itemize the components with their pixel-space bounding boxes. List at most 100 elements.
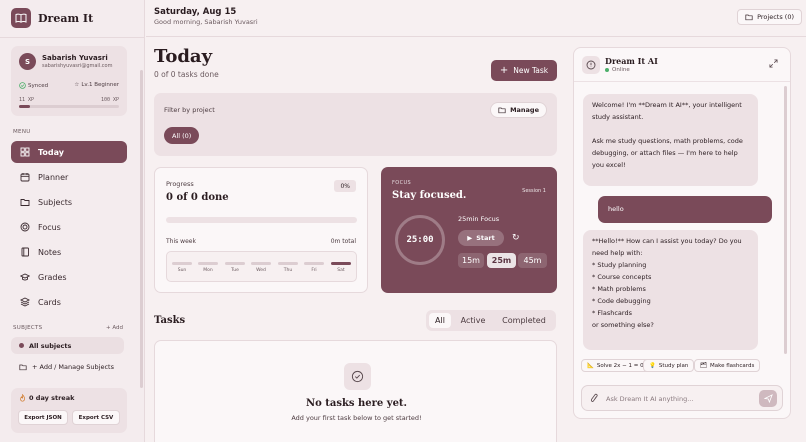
ai-message: **Hello!** How can I assist you today? D…	[583, 230, 758, 350]
expand-icon[interactable]	[769, 59, 778, 70]
chat-input[interactable]	[606, 392, 746, 405]
notebook-icon	[21, 247, 29, 257]
tab-completed[interactable]: Completed	[496, 313, 552, 328]
sidebar-item-planner[interactable]: Planner	[11, 166, 127, 188]
manage-projects-button[interactable]: Manage	[490, 102, 547, 118]
week-chart: Sun Mon Tue Wed Thu Fri Sat	[166, 251, 357, 282]
chip-label: Solve 2x − 1 = 0	[596, 362, 644, 369]
menu-label: MENU	[13, 129, 31, 135]
export-csv-button[interactable]: Export CSV	[72, 410, 120, 425]
sidebar-item-today[interactable]: Today	[11, 141, 127, 163]
streak-label: 0 day streak	[29, 394, 75, 402]
day-thu: Thu	[278, 262, 298, 273]
suggestion-chip[interactable]: 💡 Study plan	[643, 359, 695, 372]
projects-button-label: Projects (0)	[757, 13, 794, 21]
xp-next: 100 XP	[100, 97, 119, 103]
app-name: Dream It	[38, 11, 94, 25]
empty-state: No tasks here yet. Add your first task b…	[154, 340, 557, 442]
ai-status: Online	[605, 67, 630, 73]
ai-logo-icon	[582, 56, 600, 74]
send-icon	[763, 394, 773, 403]
graduation-cap-icon	[20, 273, 30, 281]
focus-mode: 25min Focus	[458, 215, 500, 223]
folder-icon	[745, 14, 753, 21]
tab-active[interactable]: Active	[455, 313, 491, 328]
new-task-button[interactable]: + New Task	[491, 60, 557, 81]
manage-label: Manage	[510, 106, 539, 114]
sidebar-item-grades[interactable]: Grades	[11, 266, 127, 288]
sidebar-item-label: Subjects	[38, 197, 73, 207]
cards-icon: 🗂	[700, 362, 707, 369]
empty-title: No tasks here yet.	[305, 398, 408, 409]
export-json-button[interactable]: Export JSON	[18, 410, 68, 425]
paperclip-icon[interactable]	[590, 393, 599, 406]
projects-button[interactable]: Projects (0)	[737, 9, 802, 25]
progress-label: Progress	[166, 180, 194, 188]
folder-icon	[20, 199, 30, 206]
filter-label: Filter by project	[164, 106, 215, 114]
task-tabs: All Active Completed	[426, 310, 556, 331]
focus-card: FOCUS Stay focused. Session 1 25:00 25mi…	[381, 167, 557, 293]
chat-scrollbar[interactable]	[784, 86, 787, 354]
send-button[interactable]	[759, 390, 777, 407]
sync-status-label: Synced	[28, 82, 49, 89]
duration-45m[interactable]: 45m	[518, 253, 547, 268]
plus-icon: +	[499, 65, 509, 76]
project-filter: Filter by project Manage All (0)	[154, 93, 557, 156]
focus-label: FOCUS	[392, 180, 412, 186]
flame-icon	[20, 394, 25, 402]
online-dot	[605, 68, 609, 72]
day-fri: Fri	[304, 262, 324, 273]
reset-icon[interactable]: ↻	[512, 233, 520, 243]
progress-percent: 0%	[334, 180, 356, 192]
day-tue: Tue	[225, 262, 245, 273]
subjects-label: SUBJECTS	[13, 325, 43, 331]
level-label: Lv.1 Beginner	[81, 82, 119, 88]
ai-panel: Dream It AI Online Welcome! I'm **Dream …	[573, 47, 791, 419]
divider	[0, 37, 145, 38]
sidebar-item-cards[interactable]: Cards	[11, 291, 127, 313]
start-button[interactable]: ▶ Start	[458, 230, 504, 246]
empty-subtitle: Add your first task below to get started…	[291, 414, 422, 422]
sidebar-item-label: Notes	[38, 247, 62, 257]
progress-card: Progress 0 of 0 done 0% This week 0m tot…	[154, 167, 368, 293]
sidebar-item-label: Focus	[38, 222, 61, 232]
sidebar-item-subjects[interactable]: Subjects	[11, 191, 127, 213]
sidebar-item-notes[interactable]: Notes	[11, 241, 127, 263]
sidebar-item-focus[interactable]: Focus	[11, 216, 127, 238]
page-title: Today	[154, 46, 213, 67]
suggestion-chip[interactable]: 📐 Solve 2x − 1 = 0	[581, 359, 650, 372]
sidebar-scrollbar[interactable]	[140, 70, 143, 388]
tab-all[interactable]: All	[429, 313, 451, 328]
brand[interactable]: Dream It	[11, 8, 93, 28]
new-task-label: New Task	[513, 66, 549, 75]
week-total: 0m total	[330, 238, 356, 245]
sidebar-item-label: Planner	[38, 172, 69, 182]
avatar: S	[19, 53, 36, 70]
day-sat: Sat	[331, 262, 351, 273]
star-icon: ☆	[74, 82, 80, 88]
sidebar-item-label: Today	[38, 147, 64, 157]
subject-dot	[19, 343, 24, 348]
timer-ring: 25:00	[395, 215, 445, 265]
xp-current: 11 XP	[19, 97, 35, 103]
duration-25m[interactable]: 25m	[487, 253, 516, 268]
xp-bar-fill	[19, 105, 30, 108]
xp-bar	[19, 105, 119, 108]
check-circle-icon	[344, 363, 371, 390]
level-badge: ☆ Lv.1 Beginner	[74, 82, 119, 88]
page-subtitle: 0 of 0 tasks done	[154, 70, 219, 79]
suggestion-chip[interactable]: 🗂 Make flashcards	[694, 359, 761, 372]
filter-chip-all[interactable]: All (0)	[164, 127, 200, 144]
duration-15m[interactable]: 15m	[458, 253, 484, 268]
user-card: S Sabarish Yuvasri sabarishyuvasri@gmail…	[11, 46, 127, 116]
ai-status-label: Online	[612, 67, 630, 73]
user-message: hello	[598, 196, 772, 223]
header-greeting: Good morning, Sabarish Yuvasri	[154, 18, 258, 26]
session-label: Session 1	[522, 188, 546, 194]
ai-header: Dream It AI Online	[574, 48, 790, 82]
add-subject-button[interactable]: + Add	[106, 325, 123, 331]
all-subjects-item[interactable]: All subjects	[11, 337, 124, 354]
manage-subjects-item[interactable]: + Add / Manage Subjects	[11, 358, 124, 375]
ruler-icon: 📐	[587, 362, 594, 369]
